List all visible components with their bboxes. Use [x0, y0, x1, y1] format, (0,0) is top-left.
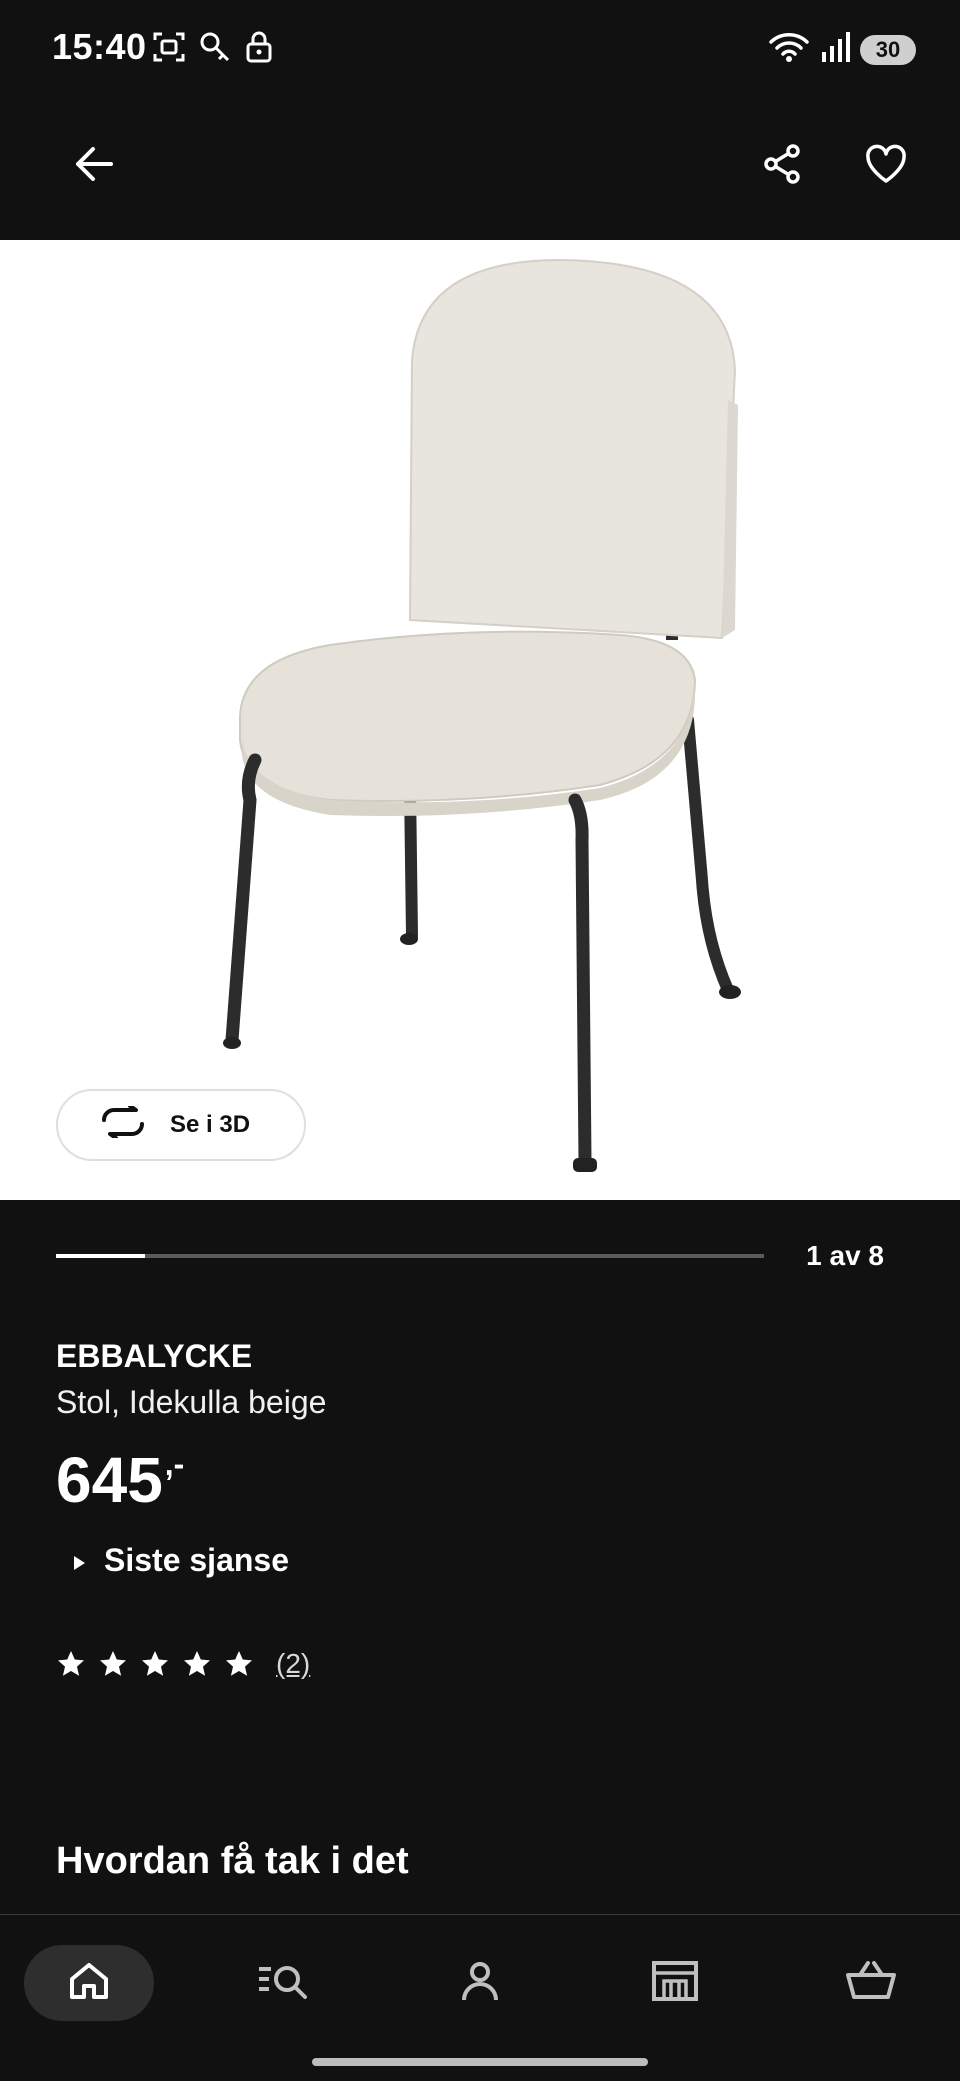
signal-icon — [820, 30, 850, 69]
wifi-icon — [768, 30, 810, 69]
image-page-indicator: 1 av 8 — [806, 1240, 884, 1271]
back-arrow-icon — [73, 143, 115, 190]
triangle-right-icon — [72, 1542, 86, 1579]
last-chance-label: Siste sjanse — [104, 1542, 289, 1578]
star-icon — [184, 1651, 210, 1676]
screenshot-icon — [152, 30, 186, 69]
bottom-navigation — [0, 1914, 960, 2081]
store-icon — [651, 1959, 699, 2008]
lock-icon — [244, 30, 274, 69]
favorite-button[interactable] — [846, 126, 926, 206]
product-price: 645 ,- — [56, 1444, 185, 1516]
last-chance-badge[interactable]: Siste sjanse — [72, 1542, 289, 1579]
star-icon — [142, 1651, 168, 1676]
search-key-icon — [198, 30, 232, 69]
product-description: Stol, Idekulla beige — [56, 1384, 327, 1420]
product-name: EBBALYCKE — [56, 1338, 253, 1374]
rating-stars — [56, 1649, 254, 1679]
price-value: 645 — [56, 1444, 163, 1516]
status-icons-right: 30 — [768, 30, 916, 69]
view-3d-label: Se i 3D — [170, 1111, 251, 1138]
image-progress-bar — [56, 1254, 764, 1258]
review-count[interactable]: (2) — [276, 1648, 310, 1680]
basket-icon — [846, 1959, 896, 2008]
how-to-get-it-heading: Hvordan få tak i det — [56, 1840, 409, 1882]
view-3d-button[interactable]: Se i 3D — [56, 1089, 306, 1161]
chair-illustration — [223, 258, 741, 1172]
status-bar: 15:40 30 — [0, 0, 960, 100]
rotate-3d-icon — [98, 1103, 148, 1145]
status-icons-left — [152, 30, 274, 69]
home-icon — [67, 1959, 111, 2008]
share-button[interactable] — [742, 126, 822, 206]
nav-account[interactable] — [415, 1945, 545, 2021]
browse-icon — [257, 1959, 309, 2008]
star-icon — [58, 1651, 84, 1676]
status-time: 15:40 — [52, 26, 147, 67]
nav-browse[interactable] — [218, 1945, 348, 2021]
heart-icon — [864, 143, 908, 190]
image-progress-fill — [56, 1254, 145, 1258]
product-image[interactable] — [0, 240, 960, 1200]
top-bar — [0, 100, 960, 240]
star-icon — [100, 1651, 126, 1676]
account-icon — [458, 1959, 502, 2008]
product-rating[interactable]: (2) — [56, 1648, 310, 1680]
battery-icon: 30 — [860, 34, 916, 65]
nav-home[interactable] — [24, 1945, 154, 2021]
nav-store[interactable] — [610, 1945, 740, 2021]
price-suffix: ,- — [164, 1446, 185, 1482]
nav-basket[interactable] — [806, 1945, 936, 2021]
star-icon — [226, 1651, 252, 1676]
system-home-indicator[interactable] — [312, 2058, 648, 2066]
share-icon — [760, 142, 804, 191]
back-button[interactable] — [54, 126, 134, 206]
